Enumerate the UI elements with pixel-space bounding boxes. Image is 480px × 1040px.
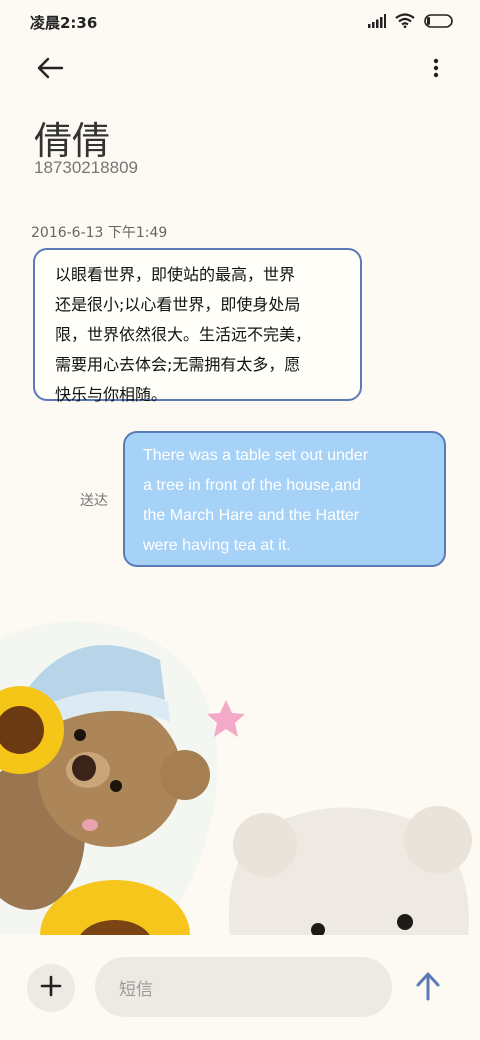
- white-bear-image: [228, 806, 472, 940]
- message-line: a tree in front of the house,and: [143, 477, 361, 494]
- status-bar: 凌晨2:36: [0, 0, 480, 44]
- incoming-message-bubble[interactable]: 以眼看世界，即使站的最高，世界 还是很小;以心看世界，即使身处局 限，世界依然很…: [33, 248, 362, 404]
- status-time: 凌晨2:36: [30, 14, 98, 32]
- back-button[interactable]: [32, 52, 68, 88]
- arrow-left-icon: [36, 57, 64, 83]
- plus-icon: [40, 975, 62, 1001]
- status-icons: [368, 13, 454, 32]
- sms-input-placeholder: 短信: [119, 979, 153, 1000]
- more-vertical-icon: [433, 58, 439, 82]
- message-line: There was a table set out under: [143, 447, 369, 464]
- message-line: 还是很小;以心看世界，即使身处局: [55, 295, 301, 314]
- battery-icon: [424, 13, 454, 32]
- message-line: 快乐与你相随。: [55, 385, 168, 404]
- outgoing-message-bubble[interactable]: There was a table set out under a tree i…: [123, 431, 446, 567]
- message-line: were having tea at it.: [143, 537, 291, 554]
- message-line: 以眼看世界，即使站的最高，世界: [55, 265, 296, 284]
- send-arrow-icon: [415, 971, 441, 1005]
- wifi-icon: [395, 13, 415, 32]
- signal-icon: [368, 13, 386, 32]
- message-line: the March Hare and the Hatter: [143, 507, 360, 524]
- delivery-status: 送达: [80, 493, 108, 509]
- message-timestamp: 2016-6-13 下午1:49: [31, 225, 168, 241]
- contact-phone: 18730218809: [34, 158, 139, 177]
- sms-input[interactable]: 短信: [95, 957, 392, 1017]
- more-options-button[interactable]: [428, 52, 444, 88]
- chat-wallpaper: [0, 600, 480, 990]
- add-attachment-button[interactable]: [27, 964, 75, 1012]
- send-button[interactable]: [410, 970, 446, 1006]
- message-line: 需要用心去体会;无需拥有太多，愿: [55, 355, 301, 374]
- message-line: 限，世界依然很大。生活远不完美，: [55, 325, 312, 344]
- contact-name: 倩倩: [34, 119, 111, 163]
